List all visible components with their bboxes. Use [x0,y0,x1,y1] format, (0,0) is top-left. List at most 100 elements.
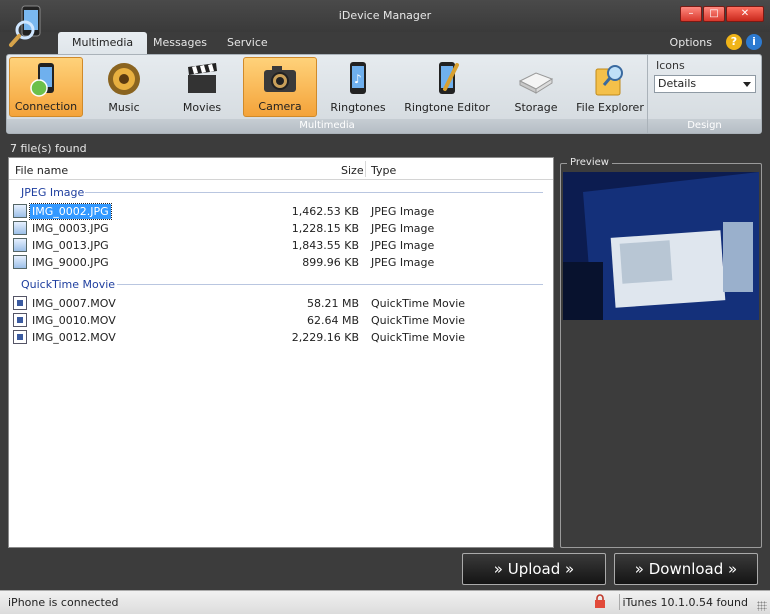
ringtone-editor-button[interactable]: Ringtone Editor [399,57,495,117]
file-row[interactable]: IMG_0010.MOV 62.64 MB QuickTime Movie [13,312,549,329]
image-file-icon [13,238,27,252]
window-controls: – □ ✕ [679,6,764,22]
info-icon[interactable]: i [746,34,762,50]
group-header-quicktime: QuickTime Movie [21,278,116,291]
status-bar: iPhone is connected iTunes 10.1.0.54 fou… [0,590,770,614]
title-bar: iDevice Manager – □ ✕ [0,0,770,32]
lock-icon [595,594,605,608]
camera-label: Camera [258,100,302,113]
file-explorer-button[interactable]: File Explorer [573,57,647,117]
resize-grip[interactable] [757,601,767,611]
download-button[interactable]: » Download » [614,553,758,585]
column-header-type[interactable]: Type [371,164,396,177]
speaker-icon [108,63,140,95]
file-size: 1,462.53 KB [291,205,359,218]
ribbon-group-multimedia: Connection Music Movies Camera ♪ Rington… [7,55,647,133]
ribbon-group-label-design: Design [648,119,761,133]
close-button[interactable]: ✕ [726,6,764,22]
camera-icon [264,66,296,92]
file-row[interactable]: IMG_0002.JPG 1,462.53 KB JPEG Image [13,203,549,220]
file-name: IMG_0010.MOV [32,314,116,327]
ribbon-group-label-multimedia: Multimedia [7,119,647,133]
folder-search-icon [595,65,623,96]
file-row[interactable]: IMG_9000.JPG 899.96 KB JPEG Image [13,254,549,271]
movies-button[interactable]: Movies [165,57,239,117]
storage-button[interactable]: Storage [499,57,573,117]
preview-image [563,172,759,320]
music-button[interactable]: Music [87,57,161,117]
file-name: IMG_9000.JPG [32,256,109,269]
minimize-button[interactable]: – [680,6,702,22]
ringtone-editor-label: Ringtone Editor [404,101,490,114]
file-row[interactable]: IMG_0012.MOV 2,229.16 KB QuickTime Movie [13,329,549,346]
maximize-button[interactable]: □ [703,6,725,22]
window-title: iDevice Manager [338,9,432,22]
movie-file-icon [13,313,27,327]
file-name: IMG_0007.MOV [32,297,116,310]
preview-panel: Preview [560,157,762,548]
ringtone-phone-icon: ♪ [350,62,366,94]
file-name: IMG_0003.JPG [32,222,109,235]
camera-button[interactable]: Camera [243,57,317,117]
movies-label: Movies [182,101,222,114]
file-row[interactable]: IMG_0007.MOV 58.21 MB QuickTime Movie [13,295,549,312]
file-size: 2,229.16 KB [291,331,359,344]
file-type: JPEG Image [371,256,435,269]
connection-status: iPhone is connected [8,596,119,609]
column-divider[interactable] [365,161,366,177]
file-size: 58.21 MB [306,297,359,310]
image-file-icon [13,255,27,269]
tab-multimedia[interactable]: Multimedia [58,32,148,54]
files-found-count: 7 file(s) found [10,142,87,155]
connection-button[interactable]: Connection [9,57,83,117]
ribbon: Connection Music Movies Camera ♪ Rington… [6,54,762,134]
image-file-icon [13,221,27,235]
storage-label: Storage [514,101,558,114]
ringtone-editor-icon [439,62,459,94]
file-type: JPEG Image [371,222,435,235]
file-explorer-label: File Explorer [576,101,644,114]
music-label: Music [108,101,140,114]
ringtones-button[interactable]: ♪ Ringtones [321,57,395,117]
preview-label: Preview [567,157,612,168]
file-size: 1,843.55 KB [291,239,359,252]
file-size: 62.64 MB [306,314,359,327]
tab-messages[interactable]: Messages [139,32,221,54]
clapperboard-icon [188,63,217,93]
column-header-name[interactable]: File name [15,164,68,177]
chevron-down-icon [743,82,751,87]
file-name: IMG_0013.JPG [32,239,109,252]
file-name: IMG_0002.JPG [29,203,112,220]
movie-file-icon [13,330,27,344]
group-divider [85,192,543,193]
status-divider [619,594,620,610]
view-mode-select[interactable]: Details [654,75,756,93]
drive-icon [518,72,554,94]
file-type: QuickTime Movie [371,314,466,327]
icons-label: Icons [656,59,685,72]
help-icon[interactable]: ? [726,34,742,50]
view-mode-value: Details [658,77,697,90]
file-size: 1,228.15 KB [291,222,359,235]
file-name: IMG_0012.MOV [32,331,116,344]
group-header-jpeg: JPEG Image [21,186,85,199]
upload-button[interactable]: » Upload » [462,553,606,585]
itunes-status: iTunes 10.1.0.54 found [622,596,748,609]
file-type: JPEG Image [371,205,435,218]
image-file-icon [13,204,27,218]
connection-label: Connection [14,100,78,113]
tab-row: Multimedia Messages Service [0,32,770,54]
file-list[interactable]: File name Size Type JPEG Image IMG_0002.… [8,157,554,548]
file-type: JPEG Image [371,239,435,252]
svg-text:♪: ♪ [354,72,362,86]
group-divider [117,284,543,285]
options-link[interactable]: Options [670,36,712,49]
tab-service[interactable]: Service [213,32,282,54]
file-type: QuickTime Movie [371,297,466,310]
design-panel: Icons Details Design [647,55,761,133]
file-row[interactable]: IMG_0013.JPG 1,843.55 KB JPEG Image [13,237,549,254]
column-header-size[interactable]: Size [341,164,364,177]
file-row[interactable]: IMG_0003.JPG 1,228.15 KB JPEG Image [13,220,549,237]
file-type: QuickTime Movie [371,331,466,344]
phone-connection-icon [30,63,54,97]
